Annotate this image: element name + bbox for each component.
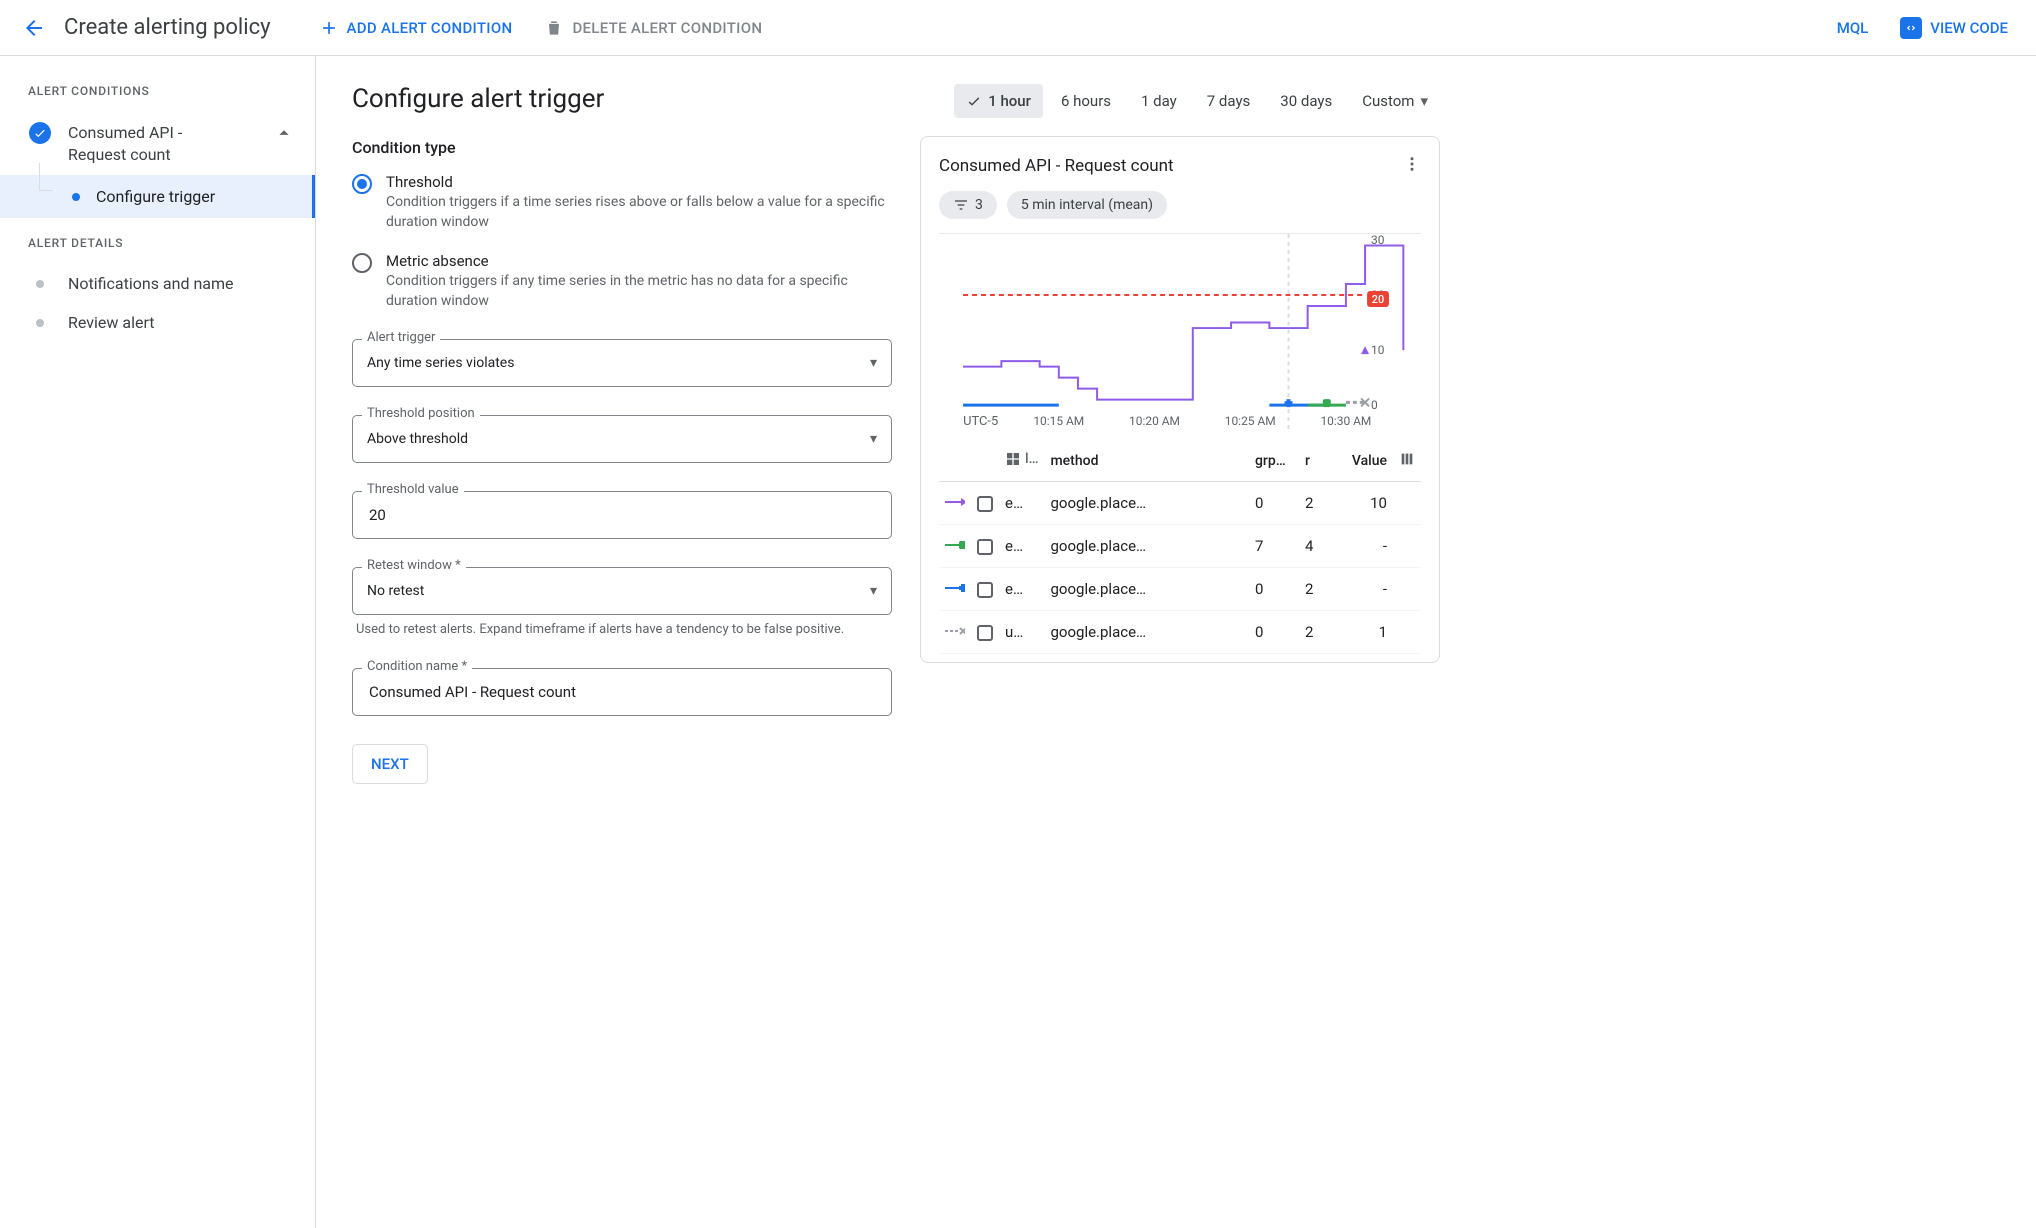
svg-text:10: 10 [1371, 343, 1385, 357]
svg-text:10:20 AM: 10:20 AM [1129, 414, 1180, 428]
page-title: Create alerting policy [64, 15, 271, 40]
radio-icon [352, 174, 372, 194]
row-checkbox[interactable] [977, 625, 993, 641]
threshold-value-input[interactable] [367, 505, 877, 525]
svg-text:20: 20 [1372, 293, 1384, 306]
check-icon [966, 93, 982, 109]
time-range-picker: 1 hour6 hours1 day7 days30 daysCustom ▾ [920, 84, 1440, 118]
check-circle-icon [29, 122, 51, 144]
svg-text:0: 0 [1371, 398, 1378, 412]
chevron-down-icon: ▾ [1420, 92, 1428, 110]
time-chip-30-days[interactable]: 30 days [1268, 84, 1344, 118]
delete-alert-condition-button[interactable]: DELETE ALERT CONDITION [532, 10, 774, 46]
interval-chip[interactable]: 5 min interval (mean) [1007, 191, 1167, 219]
table-row[interactable]: e…google.place…74- [939, 525, 1421, 568]
time-chip-6-hours[interactable]: 6 hours [1049, 84, 1123, 118]
alert-trigger-select[interactable]: Any time series violates ▾ [352, 339, 892, 387]
preview-card: Consumed API - Request count 3 5 min int… [920, 136, 1440, 663]
chevron-down-icon: ▾ [870, 355, 877, 371]
view-code-button[interactable]: VIEW CODE [1888, 9, 2020, 47]
preview-column: 1 hour6 hours1 day7 days30 daysCustom ▾ … [920, 84, 1440, 1200]
plus-icon [319, 18, 339, 38]
condition-name-input[interactable] [367, 682, 877, 702]
series-swatch [945, 582, 965, 594]
svg-text:10:30 AM: 10:30 AM [1320, 414, 1371, 428]
table-row[interactable]: u…google.place…021 [939, 611, 1421, 654]
sidebar-item-review[interactable]: Review alert [0, 303, 315, 342]
retest-window-field: Retest window * No retest ▾ Used to rete… [352, 567, 892, 639]
columns-icon[interactable] [1399, 451, 1415, 467]
retest-window-select[interactable]: No retest ▾ [352, 567, 892, 615]
radio-metric-absence[interactable]: Metric absence Condition triggers if any… [352, 252, 892, 311]
svg-text:10:25 AM: 10:25 AM [1225, 414, 1276, 428]
form-heading: Configure alert trigger [352, 84, 892, 114]
row-checkbox[interactable] [977, 539, 993, 555]
tree-connector [39, 163, 53, 191]
sidebar-section-details: ALERT DETAILS [0, 218, 315, 264]
series-swatch [945, 496, 965, 508]
series-swatch [945, 625, 965, 637]
active-dot [72, 193, 80, 201]
threshold-position-select[interactable]: Above threshold ▾ [352, 415, 892, 463]
radio-threshold[interactable]: Threshold Condition triggers if a time s… [352, 173, 892, 232]
sidebar: ALERT CONDITIONS Consumed API - Request … [0, 56, 316, 1228]
svg-text:UTC-5: UTC-5 [963, 414, 998, 429]
legend-table: l… method grp… r Value e…google.place…02… [939, 441, 1421, 654]
chevron-up-icon[interactable] [273, 122, 295, 148]
sidebar-item-notifications[interactable]: Notifications and name [0, 264, 315, 303]
time-chip-1-hour[interactable]: 1 hour [954, 84, 1043, 118]
form-column: Configure alert trigger Condition type T… [352, 84, 892, 1200]
table-row[interactable]: e…google.place…02- [939, 568, 1421, 611]
chart: 01020302010:15 AM10:20 AM10:25 AM10:30 A… [939, 233, 1421, 433]
alert-trigger-field: Alert trigger Any time series violates ▾ [352, 339, 892, 387]
chevron-down-icon: ▾ [870, 583, 877, 599]
mql-button[interactable]: MQL [1825, 11, 1881, 45]
preview-card-title: Consumed API - Request count [939, 156, 1174, 176]
threshold-value-field: Threshold value [352, 491, 892, 539]
radio-icon [352, 253, 372, 273]
svg-text:10:15 AM: 10:15 AM [1033, 414, 1084, 428]
series-swatch [945, 539, 965, 551]
threshold-position-field: Threshold position Above threshold ▾ [352, 415, 892, 463]
time-chip-custom[interactable]: Custom ▾ [1350, 84, 1440, 118]
topbar: Create alerting policy ADD ALERT CONDITI… [0, 0, 2036, 56]
code-icon [1900, 17, 1922, 39]
table-row[interactable]: e…google.place…0210 [939, 482, 1421, 525]
threshold-value-input-box[interactable] [352, 491, 892, 539]
card-menu-button[interactable] [1403, 155, 1421, 177]
sidebar-section-conditions: ALERT CONDITIONS [0, 84, 315, 112]
trash-icon [544, 18, 564, 38]
row-checkbox[interactable] [977, 496, 993, 512]
condition-type-label: Condition type [352, 138, 892, 157]
row-checkbox[interactable] [977, 582, 993, 598]
next-button[interactable]: NEXT [352, 744, 428, 784]
condition-name-input-box[interactable] [352, 668, 892, 716]
filter-icon [953, 197, 969, 213]
time-chip-1-day[interactable]: 1 day [1129, 84, 1189, 118]
grid-icon: l… [1005, 451, 1038, 467]
back-button[interactable] [16, 10, 52, 46]
arrow-left-icon [22, 16, 46, 40]
condition-name-field: Condition name * [352, 668, 892, 716]
dot-icon [36, 280, 44, 288]
chevron-down-icon: ▾ [870, 431, 877, 447]
filter-chip[interactable]: 3 [939, 191, 997, 219]
add-alert-condition-button[interactable]: ADD ALERT CONDITION [307, 10, 525, 46]
time-chip-7-days[interactable]: 7 days [1195, 84, 1263, 118]
more-vert-icon [1403, 155, 1421, 173]
dot-icon [36, 319, 44, 327]
